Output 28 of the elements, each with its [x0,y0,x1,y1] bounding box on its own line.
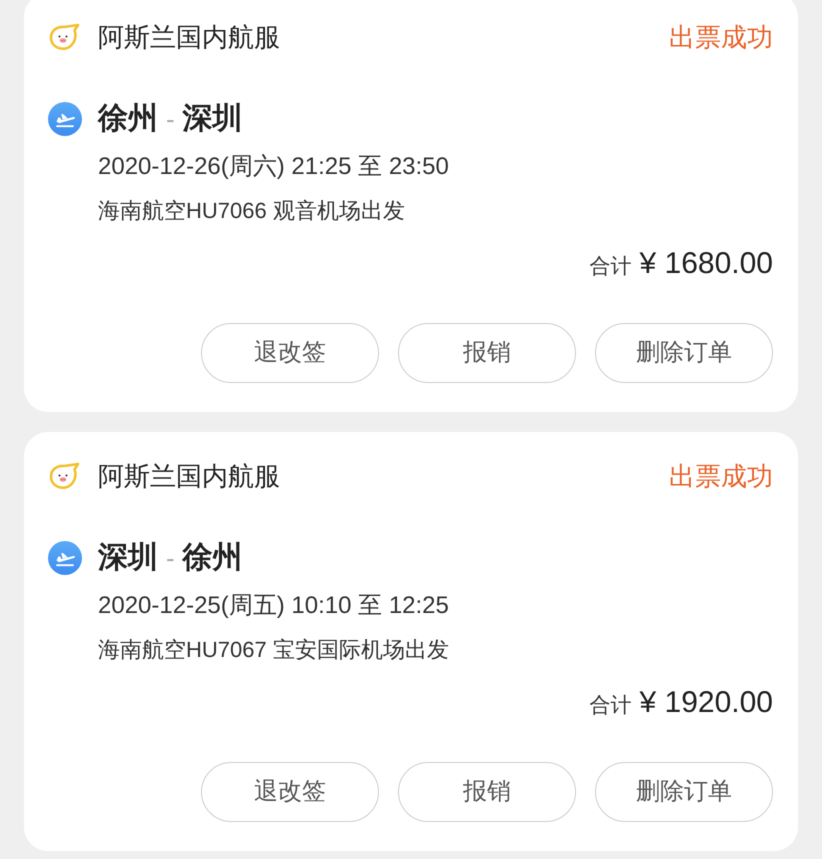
action-button[interactable]: 报销 [398,323,576,383]
merchant-name: 阿斯兰国内航服 [98,463,280,489]
action-button[interactable]: 退改签 [201,323,379,383]
flight-schedule: 2020-12-26(周六) 21:25 至 23:50 [98,155,449,179]
flight-info: 海南航空HU7067 宝安国际机场出发 [98,639,449,661]
action-button[interactable]: 报销 [398,762,576,822]
merchant-name: 阿斯兰国内航服 [98,24,280,50]
action-button[interactable]: 删除订单 [595,762,773,822]
pig-wing-icon [48,462,80,490]
route-separator: - [166,106,175,132]
total-amount: ¥ 1680.00 [640,249,773,279]
route-destination: 徐州 [182,543,243,573]
route-origin: 徐州 [98,104,158,134]
route-separator: - [166,545,175,571]
total-label: 合计 [590,695,632,716]
flight-schedule: 2020-12-25(周五) 10:10 至 12:25 [98,594,449,618]
pig-wing-icon [48,23,80,51]
action-button[interactable]: 退改签 [201,762,379,822]
airplane-icon [48,541,82,575]
action-button[interactable]: 删除订单 [595,323,773,383]
flight-info: 海南航空HU7066 观音机场出发 [98,200,405,222]
total-amount: ¥ 1920.00 [640,688,773,718]
route-origin: 深圳 [98,543,158,573]
route-destination: 深圳 [182,104,243,134]
total-label: 合计 [590,256,632,277]
status-label: 出票成功 [669,24,773,50]
airplane-icon [48,102,82,136]
status-label: 出票成功 [669,463,773,489]
